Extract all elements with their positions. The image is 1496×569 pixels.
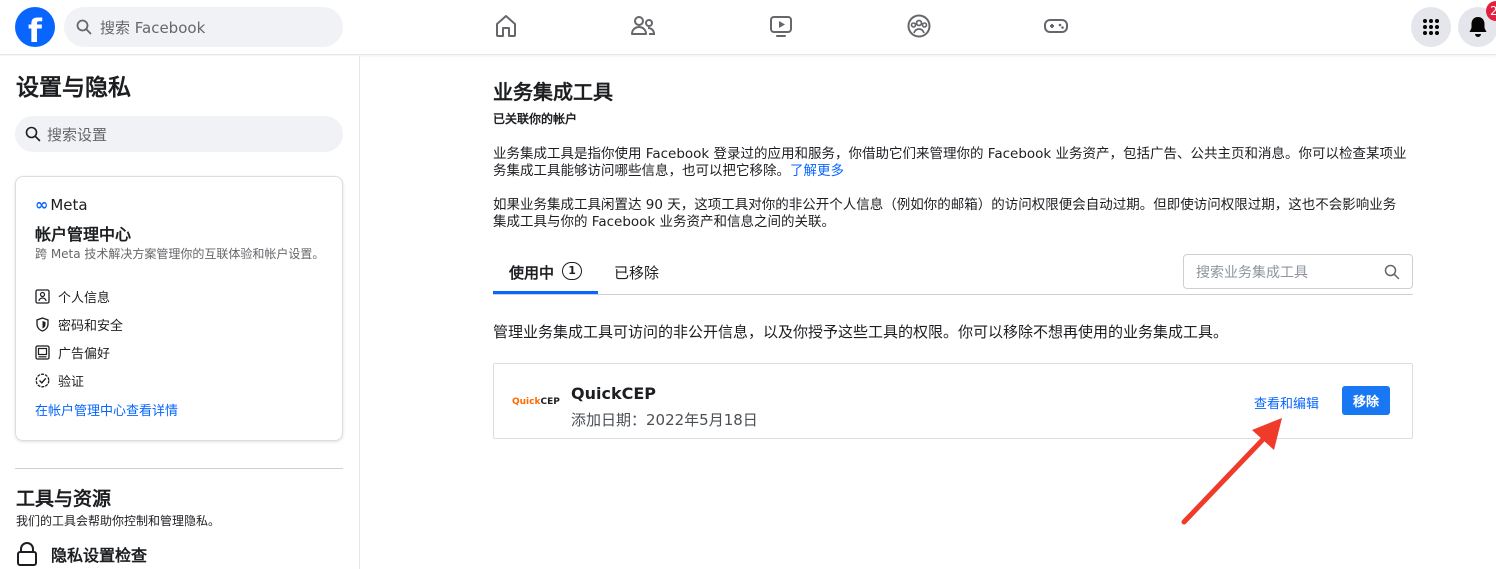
expiry-paragraph: 如果业务集成工具闲置达 90 天，这项工具对你的非公开个人信息（例如你的邮箱）的… bbox=[493, 197, 1397, 230]
facebook-search-input[interactable]: 搜索 Facebook bbox=[64, 7, 343, 47]
id-card-icon bbox=[34, 289, 50, 305]
logo-part-quick: Quick bbox=[512, 397, 541, 407]
sidebar-divider bbox=[15, 468, 343, 469]
settings-search-placeholder: 搜索设置 bbox=[47, 125, 108, 144]
annotation-arrow-icon bbox=[1181, 418, 1282, 525]
meta-logo: ∞ Meta bbox=[35, 195, 88, 214]
card-item-label: 密码和安全 bbox=[58, 319, 124, 334]
card-item-label: 个人信息 bbox=[58, 291, 111, 306]
settings-search-input[interactable]: 搜索设置 bbox=[15, 116, 343, 152]
lock-icon bbox=[17, 542, 37, 566]
monitor-icon bbox=[34, 345, 50, 361]
accounts-center-description: 跨 Meta 技术解决方案管理你的互联体验和帐户设置。 bbox=[35, 247, 325, 261]
search-placeholder: 搜索 Facebook bbox=[100, 18, 206, 37]
gaming-icon[interactable] bbox=[1042, 12, 1070, 40]
privacy-checkup-label: 隐私设置检查 bbox=[51, 546, 148, 565]
watch-icon[interactable] bbox=[767, 12, 795, 40]
card-item-password-security[interactable]: 密码和安全 bbox=[34, 315, 123, 334]
remove-button[interactable]: 移除 bbox=[1342, 386, 1390, 415]
card-item-ad-preferences[interactable]: 广告偏好 bbox=[34, 343, 110, 362]
card-item-label: 广告偏好 bbox=[58, 347, 111, 362]
page-title: 业务集成工具 bbox=[493, 80, 613, 104]
app-name: QuickCEP bbox=[571, 384, 656, 403]
logo-part-cep: CEP bbox=[540, 397, 560, 407]
facebook-logo[interactable]: f bbox=[15, 7, 55, 47]
top-navigation-bar: f 搜索 Facebook 2 bbox=[0, 0, 1496, 55]
sidebar-title: 设置与隐私 bbox=[16, 75, 131, 101]
accounts-center-title: 帐户管理中心 bbox=[35, 225, 132, 244]
menu-grid-button[interactable] bbox=[1411, 7, 1451, 47]
accounts-center-card[interactable]: ∞ Meta 帐户管理中心 跨 Meta 技术解决方案管理你的互联体验和帐户设置… bbox=[15, 176, 343, 441]
tools-title: 工具与资源 bbox=[16, 488, 112, 510]
settings-sidebar: 设置与隐私 搜索设置 ∞ Meta 帐户管理中心 跨 Meta 技术解决方案管理… bbox=[0, 56, 360, 569]
tab-removed-label: 已移除 bbox=[614, 264, 660, 282]
page-subtitle: 已关联你的帐户 bbox=[493, 112, 578, 126]
friends-icon[interactable] bbox=[629, 12, 657, 40]
manage-description: 管理业务集成工具可访问的非公开信息，以及你授予这些工具的权限。你可以移除不想再使… bbox=[493, 323, 1229, 341]
home-icon[interactable] bbox=[492, 12, 520, 40]
tab-active-label: 使用中 bbox=[509, 264, 555, 282]
learn-more-link[interactable]: 了解更多 bbox=[790, 163, 844, 179]
grid-icon bbox=[1423, 19, 1439, 35]
card-item-personal-info[interactable]: 个人信息 bbox=[34, 287, 110, 306]
intro-paragraph: 业务集成工具是指你使用 Facebook 登录过的应用和服务，你借助它们来管理你… bbox=[493, 146, 1408, 180]
tab-active-count: 1 bbox=[562, 262, 583, 280]
groups-icon[interactable] bbox=[905, 12, 933, 40]
bell-icon bbox=[1469, 17, 1487, 37]
meta-infinity-icon: ∞ bbox=[35, 195, 49, 214]
intro-text: 业务集成工具是指你使用 Facebook 登录过的应用和服务，你借助它们来管理你… bbox=[493, 146, 1407, 179]
logo-letter: f bbox=[28, 12, 42, 47]
accounts-center-link[interactable]: 在帐户管理中心查看详情 bbox=[35, 400, 178, 419]
tools-description: 我们的工具会帮助你控制和管理隐私。 bbox=[16, 514, 221, 528]
quickcep-logo: Quick CEP bbox=[512, 392, 560, 412]
tab-removed[interactable]: 已移除 bbox=[614, 262, 659, 294]
integration-search-placeholder: 搜索业务集成工具 bbox=[1196, 264, 1308, 281]
card-item-label: 验证 bbox=[58, 375, 85, 390]
search-icon bbox=[1384, 264, 1400, 279]
check-badge-icon bbox=[34, 373, 50, 389]
search-icon bbox=[25, 126, 41, 142]
shield-icon bbox=[34, 317, 50, 333]
search-icon bbox=[76, 19, 92, 35]
app-added-date: 添加日期：2022年5月18日 bbox=[571, 411, 758, 429]
card-item-verification[interactable]: 验证 bbox=[34, 371, 84, 390]
tab-active[interactable]: 使用中 1 bbox=[509, 262, 583, 294]
tab-divider bbox=[493, 294, 1413, 295]
meta-brand-label: Meta bbox=[50, 195, 88, 214]
integration-search-input[interactable]: 搜索业务集成工具 bbox=[1183, 254, 1413, 289]
privacy-checkup-item[interactable]: 隐私设置检查 bbox=[16, 542, 147, 566]
